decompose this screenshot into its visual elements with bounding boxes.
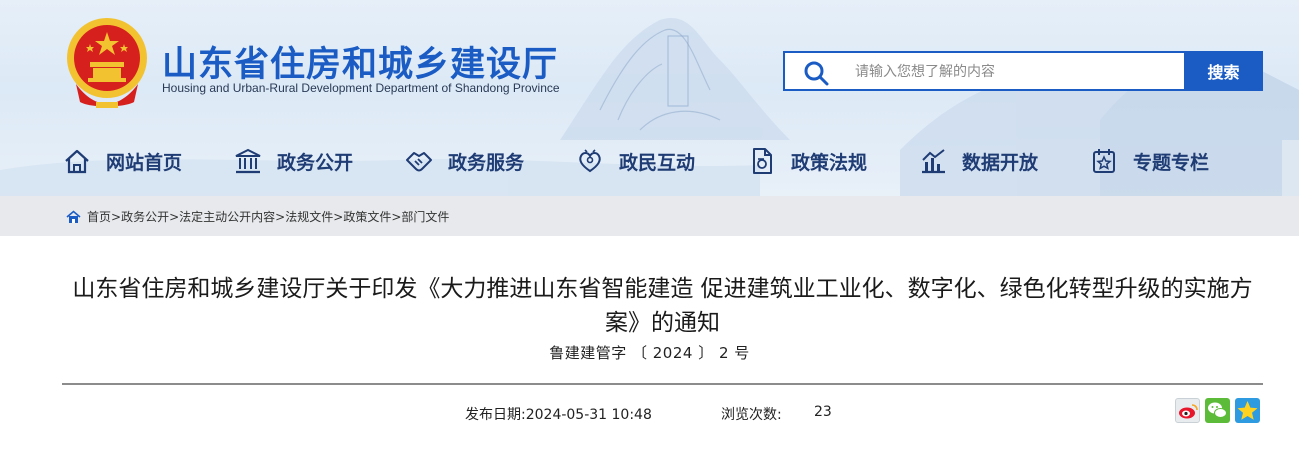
breadcrumb-separator: > xyxy=(111,209,122,224)
bar-chart-icon xyxy=(922,149,945,174)
nav-label: 专题专栏 xyxy=(1133,151,1210,174)
nav-item-special-topics[interactable]: 专题专栏 xyxy=(1089,140,1209,182)
wechat-share-button[interactable] xyxy=(1205,398,1230,423)
views-label: 浏览次数: xyxy=(721,407,782,423)
page: 山东省住房和城乡建设厅 Housing and Urban-Rural Deve… xyxy=(0,0,1299,462)
breadcrumb-bar: 首页 > 政务公开 > 法定主动公开内容 > 法规文件 > 政策文件 > 部门文… xyxy=(0,196,1299,236)
breadcrumb-separator: > xyxy=(391,209,402,224)
nav-label: 政策法规 xyxy=(791,151,868,174)
nav-item-open-data[interactable]: 数据开放 xyxy=(918,140,1038,182)
breadcrumb-separator: > xyxy=(333,209,344,224)
breadcrumb-item-statutory-disclosure[interactable]: 法定主动公开内容 xyxy=(179,208,275,225)
nav-label: 政务公开 xyxy=(277,151,354,174)
handshake-icon xyxy=(406,152,432,172)
weibo-icon xyxy=(1179,404,1198,419)
star-calendar-icon xyxy=(1093,149,1115,173)
nav-label: 政务服务 xyxy=(448,151,525,174)
building-icon xyxy=(235,148,261,174)
site-title[interactable]: 山东省住房和城乡建设厅 xyxy=(162,36,558,87)
home-icon xyxy=(66,209,81,223)
publish-date: 发布日期:2024-05-31 10:48 xyxy=(465,407,652,423)
article-title: 山东省住房和城乡建设厅关于印发《大力推进山东省智能建造 促进建筑业工业化、数字化… xyxy=(72,276,1253,336)
title-divider xyxy=(62,383,1263,385)
site-subtitle: Housing and Urban-Rural Development Depa… xyxy=(162,81,560,95)
nav-item-policies-regulations[interactable]: 政策法规 xyxy=(747,140,867,182)
nav-label: 网站首页 xyxy=(106,151,183,174)
breadcrumb-item-regulatory-documents[interactable]: 法规文件 xyxy=(285,208,333,225)
search-bar: 搜索 xyxy=(783,51,1263,91)
search-button[interactable]: 搜索 xyxy=(1184,51,1263,91)
breadcrumb-item-policy-documents[interactable]: 政策文件 xyxy=(343,208,391,225)
nav-label: 政民互动 xyxy=(619,151,696,174)
home-icon xyxy=(65,149,89,174)
breadcrumb-item-government-affairs[interactable]: 政务公开 xyxy=(121,208,169,225)
nav-item-government-affairs[interactable]: 政务公开 xyxy=(233,140,353,182)
breadcrumb: 首页 > 政务公开 > 法定主动公开内容 > 法规文件 > 政策文件 > 部门文… xyxy=(66,208,449,225)
breadcrumb-separator: > xyxy=(169,209,180,224)
search-input[interactable] xyxy=(855,62,1175,82)
search-box xyxy=(783,51,1184,91)
nav-item-home[interactable]: 网站首页 xyxy=(62,140,182,182)
weibo-share-button[interactable] xyxy=(1175,398,1200,423)
nav-label: 数据开放 xyxy=(962,151,1039,174)
qzone-share-button[interactable] xyxy=(1235,398,1260,423)
qzone-icon xyxy=(1237,401,1258,420)
nav-item-government-services[interactable]: 政务服务 xyxy=(404,140,524,182)
wechat-icon xyxy=(1208,402,1227,418)
heart-people-icon xyxy=(579,149,601,173)
breadcrumb-separator: > xyxy=(275,209,286,224)
breadcrumb-item-home[interactable]: 首页 xyxy=(87,208,111,225)
document-icon xyxy=(753,148,772,174)
breadcrumb-item-department-documents[interactable]: 部门文件 xyxy=(401,208,449,225)
document-number: 鲁建建管字 〔 2024 〕 2 号 xyxy=(549,344,750,362)
nav-item-public-interaction[interactable]: 政民互动 xyxy=(575,140,695,182)
header-banner: 山东省住房和城乡建设厅 Housing and Urban-Rural Deve… xyxy=(0,0,1299,196)
main-nav: 网站首页 政务公开 政务服务 政民互动 政策法规 数据开放 专题专栏 xyxy=(58,140,1298,182)
views-count: 23 xyxy=(814,404,832,420)
search-icon xyxy=(804,61,829,86)
national-emblem-icon xyxy=(67,18,147,108)
